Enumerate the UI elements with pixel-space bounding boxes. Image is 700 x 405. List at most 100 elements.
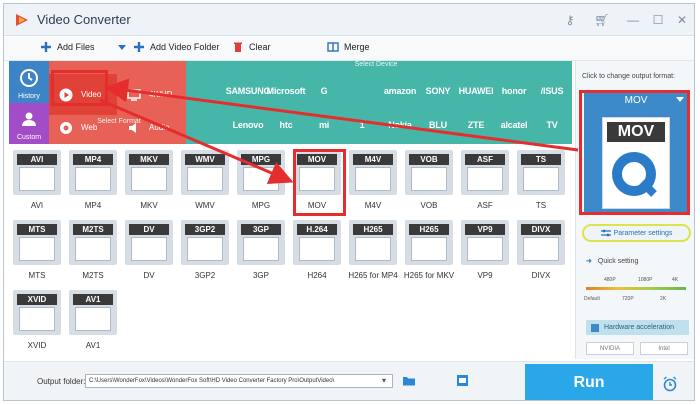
format-badge: MPG <box>241 154 281 165</box>
format-card-vp9[interactable]: VP9 VP9 <box>460 220 510 285</box>
format-thumbnail: M4V <box>349 150 397 195</box>
format-grid: AVI AVI MP4 MP4 MKV MKV WMV WMV MPG MPG MOV MOV M4V M… <box>12 150 572 360</box>
format-badge: WMV <box>185 154 225 165</box>
device-1-8[interactable]: honor <box>496 79 532 103</box>
format-badge: 3GP2 <box>185 224 225 235</box>
format-tile-art <box>19 167 55 191</box>
device-1-0[interactable] <box>192 79 228 103</box>
device-1-9[interactable]: /ISUS <box>534 79 570 103</box>
device-2-3[interactable]: mi <box>306 113 342 137</box>
add-files-button[interactable]: Add Files <box>40 41 95 53</box>
device-1-5[interactable]: amazon <box>382 79 418 103</box>
run-button[interactable]: Run <box>525 364 653 400</box>
device-2-0[interactable] <box>192 113 228 137</box>
close-button[interactable]: ✕ <box>671 10 693 30</box>
app-window: Video Converter ⚷ 🛒︎ — ☐ ✕ Add Files Add… <box>3 3 695 401</box>
format-card-m2ts[interactable]: M2TS M2TS <box>68 220 118 285</box>
device-2-6[interactable]: BLU <box>420 113 456 137</box>
open-output-icon[interactable] <box>456 374 469 387</box>
device-1-4[interactable] <box>344 79 380 103</box>
format-thumbnail: VOB <box>405 150 453 195</box>
key-icon[interactable]: ⚷ <box>559 10 581 30</box>
clock-icon <box>20 69 38 87</box>
history-tab[interactable]: History <box>9 61 49 103</box>
device-1-6[interactable]: SONY <box>420 79 456 103</box>
format-card-h265-for-mkv[interactable]: H265 H265 for MKV <box>404 220 454 285</box>
format-card-mkv[interactable]: MKV MKV <box>124 150 174 215</box>
path-dropdown-icon[interactable]: ▾ <box>382 376 386 385</box>
hardware-acceleration-toggle[interactable]: Hardware acceleration <box>586 320 689 335</box>
format-card-h265-for-mp4[interactable]: H265 H265 for MP4 <box>348 220 398 285</box>
plus-icon <box>41 42 51 52</box>
folder-icon[interactable] <box>402 375 416 386</box>
custom-label: Custom <box>16 134 42 141</box>
device-2-8[interactable]: alcatel <box>496 113 532 137</box>
format-card-mp4[interactable]: MP4 MP4 <box>68 150 118 215</box>
format-audio-tab[interactable]: Audio <box>117 107 185 148</box>
device-2-5[interactable]: Nokia <box>382 113 418 137</box>
clear-button[interactable]: Clear <box>232 41 271 53</box>
device-1-7[interactable]: HUAWEI <box>458 79 494 103</box>
tick-480p: 480P <box>604 277 616 283</box>
format-tile-art <box>75 307 111 331</box>
tick-default: Default <box>584 296 600 302</box>
format-web-tab[interactable]: Web <box>49 107 117 148</box>
format-card-av1[interactable]: AV1 AV1 <box>68 290 118 355</box>
format-card-h264[interactable]: H.264 H264 <box>292 220 342 285</box>
device-2-9[interactable]: TV <box>534 113 570 137</box>
merge-button[interactable]: Merge <box>327 41 370 53</box>
alarm-clock-icon[interactable] <box>662 376 678 392</box>
output-folder-input[interactable]: C:\Users\WonderFox\Videos\WonderFox Soft… <box>85 374 393 388</box>
format-hd-label: 4K/HD <box>149 90 173 99</box>
format-badge: DV <box>129 224 169 235</box>
tick-1080p: 1080P <box>638 277 653 283</box>
format-card-wmv[interactable]: WMV WMV <box>180 150 230 215</box>
format-badge: H.264 <box>297 224 337 235</box>
maximize-button[interactable]: ☐ <box>647 10 669 30</box>
device-1-3[interactable]: G <box>306 79 342 103</box>
toolbar: Add Files Add Video Folder Clear Merge <box>4 37 694 61</box>
add-video-folder-button[interactable]: Add Video Folder <box>116 41 219 53</box>
format-badge: DIVX <box>521 224 561 235</box>
device-2-1[interactable]: Lenovo <box>230 113 266 137</box>
format-card-divx[interactable]: DIVX DIVX <box>516 220 566 285</box>
tick-2k: 2K <box>660 296 667 302</box>
format-card-ts[interactable]: TS TS <box>516 150 566 215</box>
format-audio-label: Audio <box>149 123 170 132</box>
device-2-7[interactable]: ZTE <box>458 113 494 137</box>
format-label: DIVX <box>531 271 551 280</box>
parameter-settings-button[interactable]: Parameter settings <box>582 224 691 242</box>
format-badge: ASF <box>465 154 505 165</box>
tick-4k: 4K <box>672 277 679 283</box>
format-badge: H265 <box>353 224 393 235</box>
output-format-highlight <box>579 90 690 215</box>
format-card-m4v[interactable]: M4V M4V <box>348 150 398 215</box>
format-card-asf[interactable]: ASF ASF <box>460 150 510 215</box>
format-card-mpg[interactable]: MPG MPG <box>236 150 286 215</box>
format-thumbnail: H.264 <box>293 220 341 265</box>
format-tile-art <box>355 167 391 191</box>
format-tile-art <box>523 167 559 191</box>
format-card-vob[interactable]: VOB VOB <box>404 150 454 215</box>
format-tile-art <box>299 237 335 261</box>
custom-tab[interactable]: Custom <box>9 103 49 144</box>
device-1-1[interactable]: SAMSUNG <box>226 79 271 103</box>
device-1-2[interactable]: Microsoft <box>267 79 306 103</box>
format-card-xvid[interactable]: XVID XVID <box>12 290 62 355</box>
nvidia-option[interactable]: NVIDIA <box>586 342 634 355</box>
device-2-2[interactable]: htc <box>268 113 304 137</box>
cart-icon[interactable]: 🛒︎ <box>591 10 613 30</box>
chevron-down-icon <box>118 45 126 50</box>
format-card-dv[interactable]: DV DV <box>124 220 174 285</box>
device-2-4[interactable]: 1 <box>344 113 380 137</box>
format-card-3gp[interactable]: 3GP 3GP <box>236 220 286 285</box>
minimize-button[interactable]: — <box>622 10 644 30</box>
format-badge: 3GP <box>241 224 281 235</box>
format-card-mts[interactable]: MTS MTS <box>12 220 62 285</box>
format-card-avi[interactable]: AVI AVI <box>12 150 62 215</box>
intel-option[interactable]: Intel <box>640 342 688 355</box>
format-tile-art <box>131 237 167 261</box>
quality-slider[interactable] <box>586 287 686 290</box>
chip-icon <box>591 323 599 332</box>
format-card-3gp2[interactable]: 3GP2 3GP2 <box>180 220 230 285</box>
